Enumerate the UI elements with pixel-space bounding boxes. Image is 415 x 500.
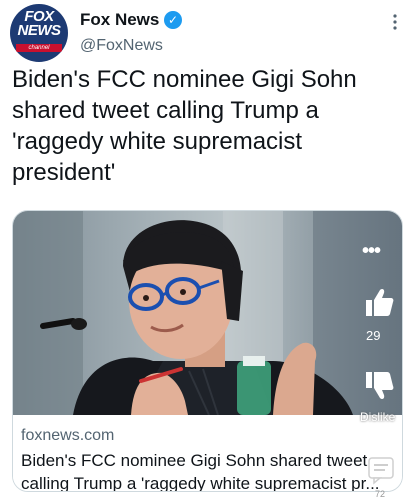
card-image[interactable] xyxy=(13,211,402,415)
user-name[interactable]: Fox News xyxy=(80,10,159,30)
user-handle[interactable]: @FoxNews xyxy=(80,37,163,55)
fox-news-logo: FOX NEWS xyxy=(10,9,68,39)
card-domain: foxnews.com xyxy=(21,427,115,444)
like-count: 29 xyxy=(366,328,381,343)
tweet-header: FOX NEWS channel Fox News ✓ @FoxNews xyxy=(0,0,415,62)
avatar-line-2: NEWS xyxy=(17,22,62,39)
more-options-icon[interactable] xyxy=(390,12,400,32)
comment-icon[interactable] xyxy=(366,455,396,485)
verified-badge-icon: ✓ xyxy=(164,11,182,29)
tweet-text: Biden's FCC nominee Gigi Sohn shared twe… xyxy=(12,66,357,186)
avatar-line-3: channel xyxy=(16,44,62,52)
avatar[interactable]: FOX NEWS channel xyxy=(10,4,68,62)
thumbs-up-icon[interactable] xyxy=(363,286,395,318)
card-meta[interactable]: foxnews.com Biden's FCC nominee Gigi Soh… xyxy=(13,415,402,492)
link-card[interactable]: foxnews.com Biden's FCC nominee Gigi Soh… xyxy=(12,210,403,492)
overlay-more-icon[interactable]: ••• xyxy=(362,240,381,263)
dislike-label: Dislike xyxy=(360,410,396,424)
thumbs-down-icon[interactable] xyxy=(363,370,395,402)
card-title: Biden's FCC nominee Gigi Sohn shared twe… xyxy=(21,451,380,492)
comment-count: 72 xyxy=(375,489,386,499)
